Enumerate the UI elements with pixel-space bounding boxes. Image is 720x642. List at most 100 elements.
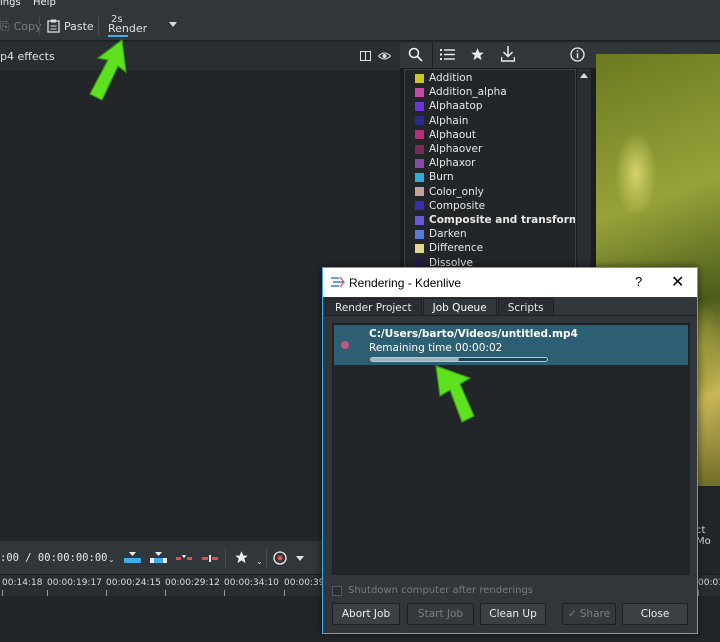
toolbar-divider <box>432 42 433 68</box>
split-view-icon[interactable] <box>360 51 371 61</box>
menu-help[interactable]: Help <box>33 0 56 8</box>
job-file-path: C:/Users/barto/Videos/untitled.mp4 <box>369 328 578 340</box>
shutdown-checkbox[interactable] <box>332 585 342 596</box>
clean-up-button[interactable]: Clean Up <box>480 603 546 625</box>
timeline-toolbar: :00 / 00:00:00:00 ⌄ ⌄ <box>0 541 322 574</box>
abort-job-button[interactable]: Abort Job <box>332 603 400 625</box>
effect-type-icon <box>415 229 424 239</box>
job-queue-list: C:/Users/barto/Videos/untitled.mp4 Remai… <box>332 323 690 575</box>
job-status-icon <box>341 341 349 349</box>
ruler-tick-label: 00:00:19:17 <box>47 578 102 588</box>
effect-type-icon <box>415 87 424 97</box>
favorite-star-icon[interactable] <box>234 550 249 565</box>
tab-scripts[interactable]: Scripts <box>497 298 554 316</box>
job-remaining-time: Remaining time 00:00:02 <box>369 342 503 354</box>
effect-list-item[interactable]: Alphaover <box>415 142 482 156</box>
effect-list-item[interactable]: Composite <box>415 199 485 213</box>
kdenlive-app-icon <box>331 276 345 288</box>
tab-job-queue[interactable]: Job Queue <box>422 298 497 316</box>
effect-list-item[interactable]: Darken <box>415 227 467 241</box>
paste-icon <box>47 19 60 33</box>
record-icon[interactable] <box>273 551 287 565</box>
job-progress-bar <box>370 357 548 362</box>
record-dropdown-icon[interactable] <box>296 556 304 561</box>
render-progress-indicator <box>108 35 128 37</box>
effect-label: Composite and transform <box>429 214 576 226</box>
help-button[interactable]: ? <box>635 274 642 289</box>
list-view-icon[interactable] <box>440 48 455 61</box>
effect-label: Addition_alpha <box>429 86 507 99</box>
share-button[interactable]: ✓ Share <box>562 603 616 625</box>
effect-label: Alphaover <box>429 143 483 155</box>
start-job-button[interactable]: Start Job <box>407 603 474 625</box>
effect-list-item[interactable]: Alphaxor <box>415 156 476 170</box>
extract-icon[interactable] <box>202 554 218 562</box>
favorite-star-icon[interactable] <box>470 47 485 62</box>
effect-list-item[interactable]: Color_only <box>415 185 484 199</box>
paste-button[interactable]: Paste <box>47 16 94 36</box>
dialog-tabs: Render Project Job Queue Scripts <box>325 298 555 316</box>
effect-list-item[interactable]: Addition_alpha <box>415 85 507 99</box>
overwrite-clip-icon[interactable] <box>150 552 167 564</box>
tab-render-project[interactable]: Render Project <box>325 298 422 316</box>
scroll-up-icon[interactable] <box>580 73 588 78</box>
search-icon[interactable] <box>408 47 423 62</box>
effect-label: Color_only <box>429 185 484 198</box>
effect-label: Difference <box>429 242 484 255</box>
effect-list-item[interactable]: Burn <box>415 170 454 184</box>
toolbar-separator <box>98 17 99 35</box>
effects-list-panel: Addition Addition_alpha Alphaatop Alphain Al… <box>400 42 596 268</box>
close-button[interactable]: Close <box>622 603 688 625</box>
panel-title: p4 effects <box>0 50 55 63</box>
insert-clip-icon[interactable] <box>124 552 141 564</box>
annotation-arrow-progress <box>435 365 475 423</box>
effects-list: Addition Addition_alpha Alphaatop Alphain Al… <box>404 69 576 268</box>
star-dropdown-caret[interactable]: ⌄ <box>256 557 263 566</box>
effect-type-icon <box>415 158 424 168</box>
effect-list-item[interactable]: Composite and transform <box>415 213 576 227</box>
effect-type-icon <box>415 243 424 253</box>
toolbar-separator <box>39 17 40 35</box>
effect-label: Burn <box>429 171 454 184</box>
toolbar-separator <box>225 549 226 567</box>
effect-list-item[interactable]: Alphain <box>415 114 468 128</box>
effect-type-icon <box>415 201 424 211</box>
effect-list-item[interactable]: Alphaatop <box>415 99 483 113</box>
ruler-tick-label: 00:01: <box>698 578 720 588</box>
effect-list-item[interactable]: Alphaout <box>415 128 476 142</box>
effects-scrollbar[interactable] <box>577 69 591 268</box>
eye-icon[interactable] <box>378 51 391 61</box>
effect-label: Alphain <box>429 114 469 127</box>
share-icon: ✓ <box>567 608 577 620</box>
info-icon[interactable] <box>570 47 585 62</box>
menu-settings[interactable]: ings <box>0 0 21 8</box>
preview-mode-label[interactable]: ct Mo <box>696 525 720 547</box>
effect-type-icon <box>415 116 424 126</box>
download-icon[interactable] <box>501 46 515 62</box>
effect-label: Darken <box>429 228 467 241</box>
annotation-arrow-render <box>89 38 127 101</box>
effect-label: Alphaout <box>429 128 477 141</box>
ruler-tick-label: 00:00:34:10 <box>224 578 279 588</box>
effect-list-item[interactable]: Difference <box>415 241 483 255</box>
effect-label: Addition <box>429 72 473 84</box>
effect-list-item[interactable]: Addition <box>415 71 472 85</box>
effect-label: Alphaxor <box>429 157 476 170</box>
main-toolbar: ⎘ Copy Paste 2s Render <box>0 11 720 41</box>
render-dropdown-icon[interactable] <box>169 22 177 27</box>
ruler-tick-label: 00:00:29:12 <box>165 578 220 588</box>
effect-label: Alphaatop <box>429 100 483 113</box>
effect-type-icon <box>415 144 424 154</box>
close-window-button[interactable]: ✕ <box>671 272 684 292</box>
panel-header: p4 effects <box>0 42 400 70</box>
lift-icon[interactable] <box>176 554 192 562</box>
effect-type-icon <box>415 101 424 111</box>
copy-icon: ⎘ <box>0 18 10 33</box>
job-row[interactable]: C:/Users/barto/Videos/untitled.mp4 Remai… <box>334 325 688 365</box>
effect-label: Composite <box>429 199 486 212</box>
copy-button[interactable]: ⎘ Copy <box>0 16 42 36</box>
job-progress-fill <box>371 358 459 361</box>
ruler-tick-label: 00:14:18 <box>2 578 43 588</box>
timecode-display: :00 / 00:00:00:00 <box>0 552 108 564</box>
timecode-format-caret[interactable]: ⌄ <box>108 555 115 564</box>
